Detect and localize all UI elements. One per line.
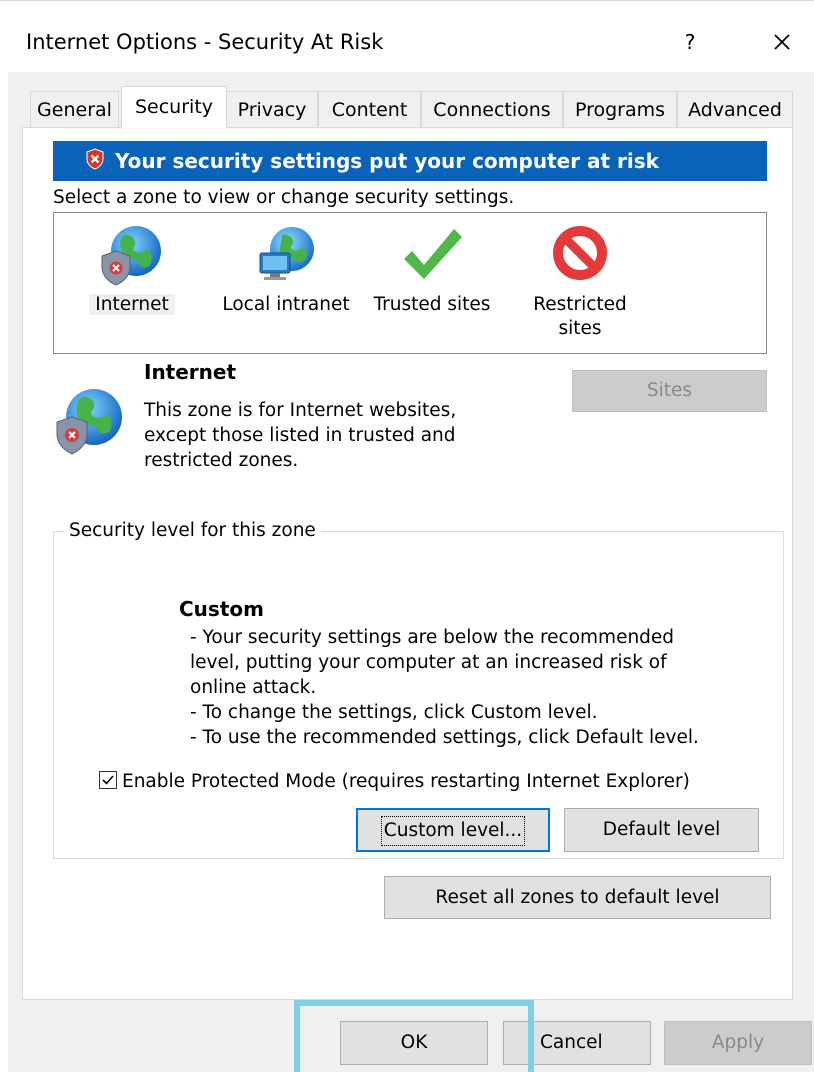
custom-level-button[interactable]: Custom level...	[356, 808, 550, 852]
zone-instruction: Select a zone to view or change security…	[53, 187, 515, 208]
zone-trusted-sites-label: Trusted sites	[373, 294, 491, 315]
window-top-border	[0, 0, 814, 1]
warning-banner-text: Your security settings put your computer…	[115, 149, 659, 173]
selected-zone-title: Internet	[144, 360, 237, 384]
tab-security[interactable]: Security	[121, 86, 227, 129]
protected-mode-checkbox[interactable]	[99, 771, 117, 789]
restricted-icon	[553, 226, 607, 280]
ok-button[interactable]: OK	[340, 1021, 488, 1065]
zone-internet[interactable]: Internet	[62, 213, 202, 317]
reset-all-zones-button[interactable]: Reset all zones to default level	[384, 876, 771, 919]
sites-button[interactable]: Sites	[572, 370, 767, 412]
tab-general[interactable]: General	[30, 91, 119, 128]
selected-zone-globe-icon	[56, 389, 122, 455]
security-warning-banner: Your security settings put your computer…	[53, 141, 767, 181]
help-button[interactable]: ?	[676, 28, 704, 56]
zone-internet-label: Internet	[62, 293, 202, 317]
default-level-button[interactable]: Default level	[564, 808, 759, 852]
close-button[interactable]	[762, 24, 802, 60]
window-title: Internet Options - Security At Risk	[26, 30, 384, 54]
intranet-globe-icon	[259, 227, 314, 280]
tab-advanced[interactable]: Advanced	[677, 91, 793, 128]
security-level-name: Custom	[179, 597, 264, 621]
checkmark-icon	[404, 229, 462, 279]
security-level-legend: Security level for this zone	[64, 520, 321, 541]
zone-list[interactable]: Internet Local intranet Trusted sites Re…	[53, 212, 767, 354]
globe-shield-icon	[101, 226, 161, 286]
zone-trusted-sites[interactable]: Trusted sites	[362, 213, 502, 317]
protected-mode-label: Enable Protected Mode (requires restarti…	[122, 771, 690, 792]
close-icon	[774, 34, 790, 50]
selected-zone-description: This zone is for Internet websites, exce…	[144, 400, 457, 471]
tab-content[interactable]: Content	[318, 91, 421, 128]
cancel-button[interactable]: Cancel	[503, 1021, 651, 1065]
protected-mode-option[interactable]: Enable Protected Mode (requires restarti…	[99, 771, 690, 792]
warning-shield-icon	[85, 143, 105, 183]
tab-privacy[interactable]: Privacy	[226, 91, 318, 128]
tab-programs[interactable]: Programs	[563, 91, 677, 128]
tab-connections[interactable]: Connections	[421, 91, 563, 128]
apply-button[interactable]: Apply	[664, 1021, 812, 1065]
zone-local-intranet-label: Local intranet	[222, 294, 350, 315]
security-level-description: - Your security settings are below the r…	[190, 627, 699, 748]
zone-local-intranet[interactable]: Local intranet	[202, 213, 370, 317]
zone-restricted-sites-label: Restricted sites	[533, 294, 627, 339]
zone-restricted-sites[interactable]: Restricted sites	[510, 213, 650, 341]
